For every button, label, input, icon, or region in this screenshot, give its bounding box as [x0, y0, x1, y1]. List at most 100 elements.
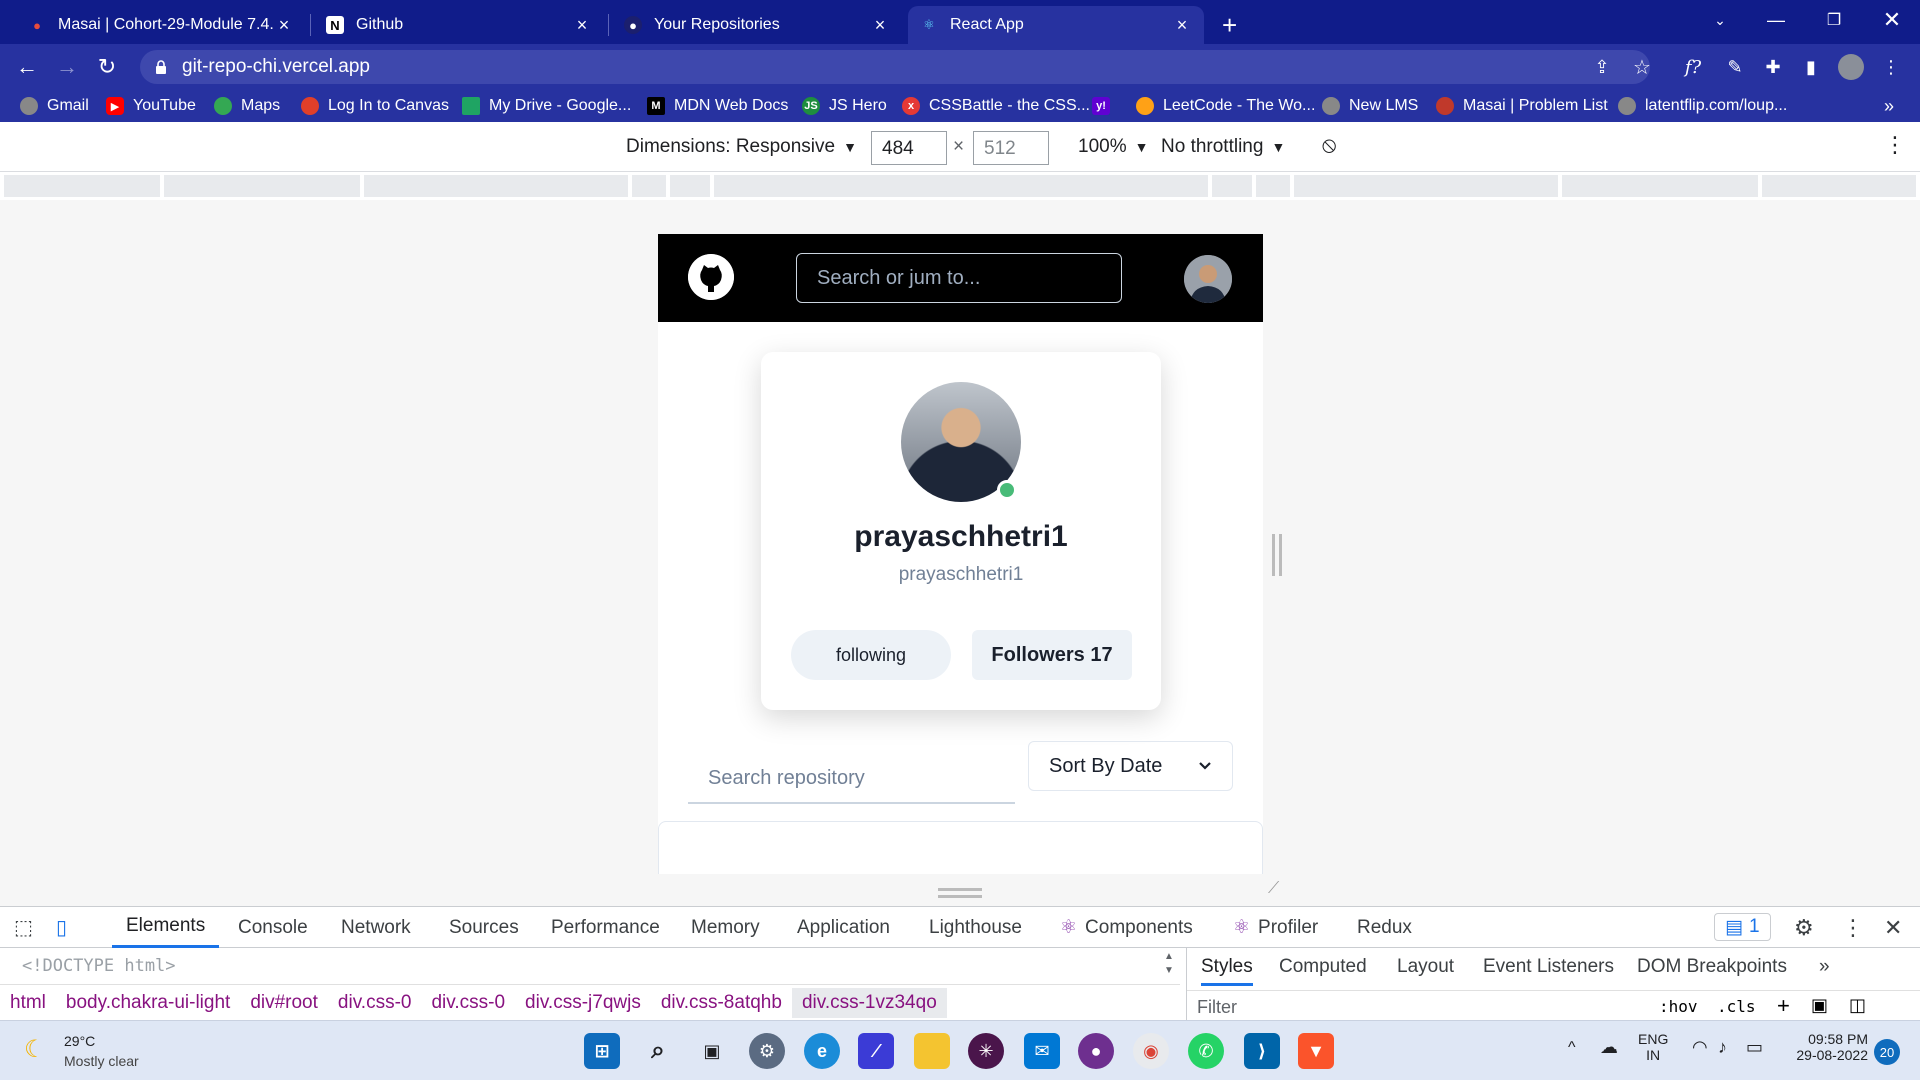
- menu-kebab-icon[interactable]: ⋮: [1878, 54, 1904, 80]
- github-logo-icon[interactable]: [688, 254, 734, 300]
- nav-user-avatar[interactable]: [1184, 255, 1232, 303]
- file-explorer-icon[interactable]: [914, 1033, 950, 1069]
- tab-profiler[interactable]: ⚛ Profiler: [1233, 907, 1318, 948]
- profile-avatar[interactable]: [1838, 54, 1864, 80]
- bookmark-maps[interactable]: Maps: [214, 94, 280, 118]
- media-query-segment[interactable]: [1212, 175, 1252, 197]
- device-toggle-icon[interactable]: ▯: [56, 907, 67, 948]
- tab-your-repositories[interactable]: ● Your Repositories ×: [612, 6, 902, 44]
- nav-search-input[interactable]: Search or jum to...: [796, 253, 1122, 303]
- dimensions-dropdown[interactable]: Dimensions: Responsive ▼: [626, 136, 857, 158]
- height-input[interactable]: 512: [973, 131, 1049, 165]
- tab-react-app[interactable]: ⚛ React App ×: [908, 6, 1204, 44]
- media-query-segment[interactable]: [714, 175, 1208, 197]
- breadcrumb-item[interactable]: div#root: [250, 992, 318, 1014]
- breadcrumb-item[interactable]: div.css-j7qwjs: [525, 992, 641, 1014]
- chrome-icon[interactable]: ◉: [1133, 1033, 1169, 1069]
- tab-dom-breakpoints[interactable]: DOM Breakpoints: [1637, 956, 1787, 978]
- close-icon[interactable]: ×: [274, 15, 294, 36]
- media-query-segment[interactable]: [1562, 175, 1758, 197]
- media-query-segment[interactable]: [632, 175, 666, 197]
- brave-icon[interactable]: ▼: [1298, 1033, 1334, 1069]
- tab-masai[interactable]: ● Masai | Cohort-29-Module 7.4.1. ×: [16, 6, 306, 44]
- tab-application[interactable]: Application: [797, 907, 890, 948]
- media-query-segment[interactable]: [364, 175, 628, 197]
- extension-fx-icon[interactable]: f?: [1680, 54, 1706, 80]
- notification-badge[interactable]: 20: [1874, 1039, 1900, 1065]
- device-menu-kebab-icon[interactable]: ⋮: [1884, 132, 1906, 158]
- bookmark-yahoo[interactable]: y!: [1092, 94, 1119, 118]
- close-devtools-icon[interactable]: ✕: [1884, 907, 1902, 948]
- side-panel-icon[interactable]: ▮: [1798, 54, 1824, 80]
- bookmark-drive[interactable]: My Drive - Google...: [462, 94, 631, 118]
- minimize-icon[interactable]: —: [1748, 0, 1804, 40]
- rotate-icon[interactable]: ⦸: [1322, 132, 1336, 158]
- visual-studio-icon[interactable]: ⁄: [858, 1033, 894, 1069]
- tab-redux[interactable]: Redux: [1357, 907, 1412, 948]
- volume-icon[interactable]: ♪: [1718, 1037, 1727, 1058]
- edge-icon[interactable]: e: [804, 1033, 840, 1069]
- vscode-icon[interactable]: ⟩: [1244, 1033, 1280, 1069]
- computed-styles-icon[interactable]: ▣: [1811, 995, 1828, 1016]
- search-icon[interactable]: ⌕: [640, 1033, 676, 1069]
- close-icon[interactable]: ×: [1172, 15, 1192, 36]
- inspect-element-icon[interactable]: ⬚: [14, 907, 33, 948]
- width-input[interactable]: 484: [871, 131, 947, 165]
- tab-event-listeners[interactable]: Event Listeners: [1483, 956, 1614, 978]
- breadcrumb-item[interactable]: div.css-8atqhb: [661, 992, 782, 1014]
- cls-toggle[interactable]: .cls: [1717, 997, 1756, 1016]
- weather-temp[interactable]: 29°C: [64, 1033, 95, 1049]
- settings-app-icon[interactable]: ⚙: [749, 1033, 785, 1069]
- dom-scroll-arrows[interactable]: ▲ ▼: [1164, 950, 1180, 982]
- tab-console[interactable]: Console: [238, 907, 308, 948]
- tab-computed[interactable]: Computed: [1279, 956, 1367, 978]
- toggle-sidebar-icon[interactable]: ◫: [1849, 995, 1866, 1016]
- wifi-icon[interactable]: ◠: [1692, 1037, 1708, 1058]
- breadcrumb-item[interactable]: html: [10, 992, 46, 1014]
- bookmark-gmail[interactable]: Gmail: [20, 94, 89, 118]
- restore-icon[interactable]: ❐: [1806, 0, 1862, 40]
- tab-lighthouse[interactable]: Lighthouse: [929, 907, 1022, 948]
- battery-icon[interactable]: ▭: [1746, 1037, 1763, 1058]
- issues-button[interactable]: ▤ 1: [1714, 913, 1771, 941]
- media-query-segment[interactable]: [1256, 175, 1290, 197]
- more-tabs-icon[interactable]: »: [1819, 956, 1830, 978]
- bookmark-cssbattle[interactable]: x CSSBattle - the CSS...: [902, 94, 1090, 118]
- tab-layout[interactable]: Layout: [1397, 956, 1454, 978]
- back-icon[interactable]: ←: [12, 52, 42, 82]
- clock[interactable]: 09:58 PM 29-08-2022: [1788, 1031, 1868, 1063]
- close-icon[interactable]: ×: [870, 15, 890, 36]
- tab-performance[interactable]: Performance: [551, 907, 660, 948]
- breadcrumb-item-selected[interactable]: div.css-1vz34qo: [791, 987, 947, 1018]
- breadcrumb-item[interactable]: div.css-0: [338, 992, 412, 1014]
- bookmark-latentflip[interactable]: latentflip.com/loup...: [1618, 94, 1787, 118]
- new-style-rule-icon[interactable]: +: [1777, 993, 1790, 1019]
- viewport-width-resize-handle[interactable]: [1272, 534, 1282, 576]
- sort-select[interactable]: Sort By Date: [1028, 741, 1233, 791]
- hov-toggle[interactable]: :hov: [1659, 997, 1698, 1016]
- styles-filter-input[interactable]: Filter: [1197, 997, 1237, 1018]
- tab-sources[interactable]: Sources: [449, 907, 519, 948]
- windows-start-icon[interactable]: ⊞: [584, 1033, 620, 1069]
- following-button[interactable]: following: [791, 630, 951, 680]
- repo-search-input[interactable]: Search repository: [688, 754, 1015, 804]
- zoom-dropdown[interactable]: 100% ▼: [1078, 136, 1148, 158]
- media-query-segment[interactable]: [670, 175, 710, 197]
- github-desktop-icon[interactable]: ●: [1078, 1033, 1114, 1069]
- new-tab-button[interactable]: +: [1216, 6, 1252, 44]
- bookmark-jshero[interactable]: JS JS Hero: [802, 94, 887, 118]
- tab-network[interactable]: Network: [341, 907, 411, 948]
- tab-memory[interactable]: Memory: [691, 907, 760, 948]
- more-bookmarks-icon[interactable]: »: [1884, 94, 1894, 118]
- task-view-icon[interactable]: ▣: [694, 1033, 730, 1069]
- close-window-icon[interactable]: ✕: [1864, 0, 1920, 40]
- extensions-puzzle-icon[interactable]: ✚: [1760, 54, 1786, 80]
- bookmark-canvas[interactable]: Log In to Canvas: [301, 94, 449, 118]
- whatsapp-icon[interactable]: ✆: [1188, 1033, 1224, 1069]
- tab-github[interactable]: N Github ×: [314, 6, 604, 44]
- slack-icon[interactable]: ✳: [968, 1033, 1004, 1069]
- settings-gear-icon[interactable]: ⚙: [1794, 907, 1814, 948]
- tab-elements[interactable]: Elements: [112, 907, 220, 948]
- dom-doctype-line[interactable]: <!DOCTYPE html>: [22, 956, 176, 976]
- tab-components[interactable]: ⚛ Components: [1060, 907, 1193, 948]
